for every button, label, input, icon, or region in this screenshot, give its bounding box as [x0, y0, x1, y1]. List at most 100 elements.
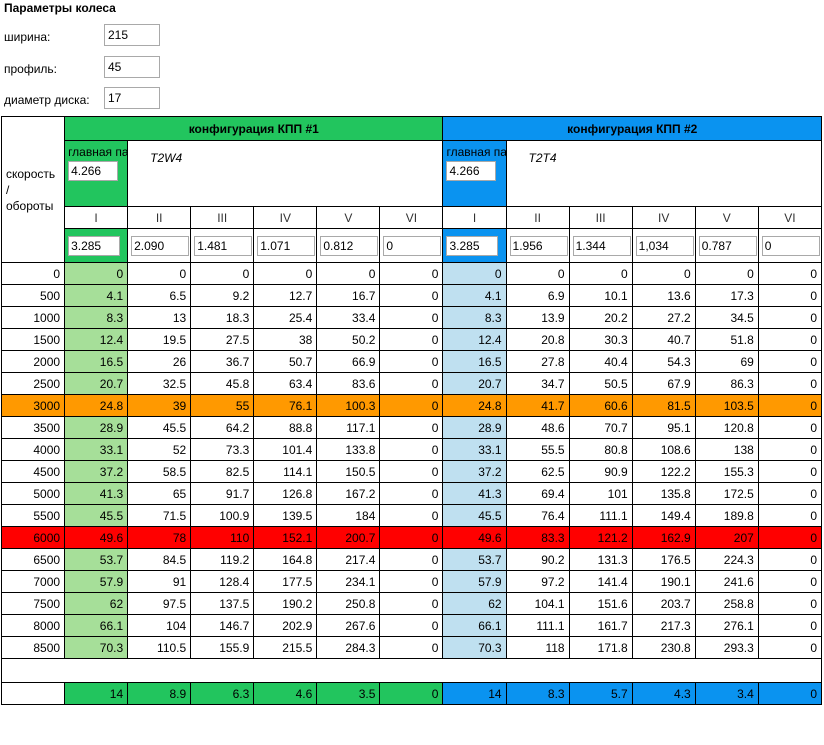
config1-gear-ratio-input-4[interactable]: [257, 235, 316, 256]
config2-speed-cell: 135.8: [631, 482, 696, 505]
rpm-cell: 500: [0, 284, 66, 307]
config1-main-pair-input[interactable]: [68, 161, 119, 181]
config1-speed-cell: 0: [379, 614, 444, 637]
config2-name: T2T4: [505, 140, 823, 207]
config1-speed-cell: 16.7: [316, 284, 381, 307]
config1-speed-cell: 0: [379, 416, 444, 439]
config1-speed-cell: 50.7: [253, 350, 318, 373]
config2-speed-cell: 83.3: [505, 526, 570, 549]
table-row: 7000 57.9 91 128.4 177.5 234.1 0 57.9 97.2 141.4 1…: [0, 570, 823, 593]
config2-speed-cell: 40.7: [631, 328, 696, 351]
config1-speed-cell: 0: [253, 262, 318, 285]
config2-speed-cell: 27.8: [505, 350, 570, 373]
config1-speed-cell: 0: [379, 262, 444, 285]
config2-speed-cell: 0: [757, 394, 823, 417]
config2-speed-cell: 0: [757, 416, 823, 439]
config2-speed-cell: 241.6: [694, 570, 759, 593]
config2-speed-cell: 20.8: [505, 328, 570, 351]
config2-speed-cell: 104.1: [505, 592, 570, 615]
config2-ratio-cell-1: [442, 228, 507, 263]
config1-speed-cell: 126.8: [253, 482, 318, 505]
config1-speed-cell: 267.6: [316, 614, 381, 637]
config1-speed-cell: 200.7: [316, 526, 381, 549]
config2-gear-ratio-input-5[interactable]: [698, 235, 757, 256]
config1-gear-ratio-input-6[interactable]: [383, 235, 442, 256]
rpm-cell: 2500: [0, 372, 66, 395]
config2-speed-cell: 0: [442, 262, 507, 285]
config1-gear-ratio-input-5[interactable]: [320, 235, 379, 256]
config1-speed-cell: 202.9: [253, 614, 318, 637]
profile-input[interactable]: [104, 56, 160, 78]
config2-main-pair-input[interactable]: [446, 161, 497, 181]
config2-speed-cell: 0: [757, 350, 823, 373]
config1-gear-label-3: III: [190, 206, 255, 229]
config2-ratio-cell-5: [694, 228, 759, 263]
config1-main-pair: главная пара: [64, 140, 129, 207]
spacer-cell: [1, 658, 822, 683]
profile-label: профиль:: [4, 62, 58, 76]
config1-speed-cell: 104: [127, 614, 192, 637]
config1-speed-cell: 284.3: [316, 636, 381, 659]
config1-speed-cell: 0: [379, 548, 444, 571]
disk-diameter-input[interactable]: [104, 87, 160, 109]
config2-speed-cell: 172.5: [694, 482, 759, 505]
config2-gear-ratio-input-3[interactable]: [572, 235, 631, 256]
width-input[interactable]: [104, 24, 160, 46]
config2-speed-cell: 258.8: [694, 592, 759, 615]
config2-speed-cell: 276.1: [694, 614, 759, 637]
rpm-cell: 7000: [0, 570, 66, 593]
config2-title: конфигурация КПП #2: [442, 116, 822, 141]
config1-speed-cell: 38: [253, 328, 318, 351]
rpm-cell: 1500: [0, 328, 66, 351]
rpm-cell: 6000: [0, 526, 66, 549]
config1-speed-cell: 164.8: [253, 548, 318, 571]
config2-speed-cell: 0: [757, 328, 823, 351]
config1-speed-cell: 100.9: [190, 504, 255, 527]
config2-speed-cell: 16.5: [442, 350, 507, 373]
disk-diameter-label: диаметр диска:: [4, 93, 90, 107]
config1-speed-cell: 84.5: [127, 548, 192, 571]
config2-gear-ratio-input-6[interactable]: [761, 235, 820, 256]
config2-footer-cell: 0: [757, 682, 823, 705]
config2-speed-cell: 13.6: [631, 284, 696, 307]
config1-gear-ratio-input-3[interactable]: [194, 235, 253, 256]
config2-speed-cell: 20.2: [568, 306, 633, 329]
config2-gear-label-1: I: [442, 206, 507, 229]
gear-speed-table: скорость / обороты конфигурация КПП #1 к…: [0, 116, 823, 705]
config2-speed-cell: 41.3: [442, 482, 507, 505]
config2-speed-cell: 0: [757, 460, 823, 483]
rpm-cell: 2000: [0, 350, 66, 373]
config1-speed-cell: 117.1: [316, 416, 381, 439]
config2-gear-ratio-input-1[interactable]: [446, 235, 499, 256]
config2-speed-cell: 50.5: [568, 372, 633, 395]
config1-speed-cell: 41.3: [64, 482, 129, 505]
config1-speed-cell: 70.3: [64, 636, 129, 659]
config1-gear-label-5: V: [316, 206, 381, 229]
config1-ratio-cell-5: [316, 228, 381, 263]
config2-speed-cell: 131.3: [568, 548, 633, 571]
config2-speed-cell: 118: [505, 636, 570, 659]
config2-speed-cell: 101: [568, 482, 633, 505]
config1-speed-cell: 52: [127, 438, 192, 461]
config2-speed-cell: 40.4: [568, 350, 633, 373]
config1-speed-cell: 57.9: [64, 570, 129, 593]
config2-speed-cell: 51.8: [694, 328, 759, 351]
config2-gear-ratio-input-2[interactable]: [509, 235, 568, 256]
rpm-cell: 4000: [0, 438, 66, 461]
config2-speed-cell: 0: [757, 262, 823, 285]
config1-speed-cell: 150.5: [316, 460, 381, 483]
config2-gear-ratio-input-4[interactable]: [635, 235, 694, 256]
config2-footer-cell: 4.3: [631, 682, 696, 705]
config2-speed-cell: 69.4: [505, 482, 570, 505]
config1-speed-cell: 250.8: [316, 592, 381, 615]
config1-speed-cell: 184: [316, 504, 381, 527]
config2-speed-cell: 108.6: [631, 438, 696, 461]
config2-speed-cell: 111.1: [568, 504, 633, 527]
config2-speed-cell: 0: [757, 614, 823, 637]
config1-gear-ratio-input-1[interactable]: [68, 235, 121, 256]
config1-speed-cell: 4.1: [64, 284, 129, 307]
config2-speed-cell: 176.5: [631, 548, 696, 571]
wheel-params-title: Параметры колеса: [4, 1, 116, 15]
config1-gear-ratio-input-2[interactable]: [131, 235, 190, 256]
config1-speed-cell: 128.4: [190, 570, 255, 593]
